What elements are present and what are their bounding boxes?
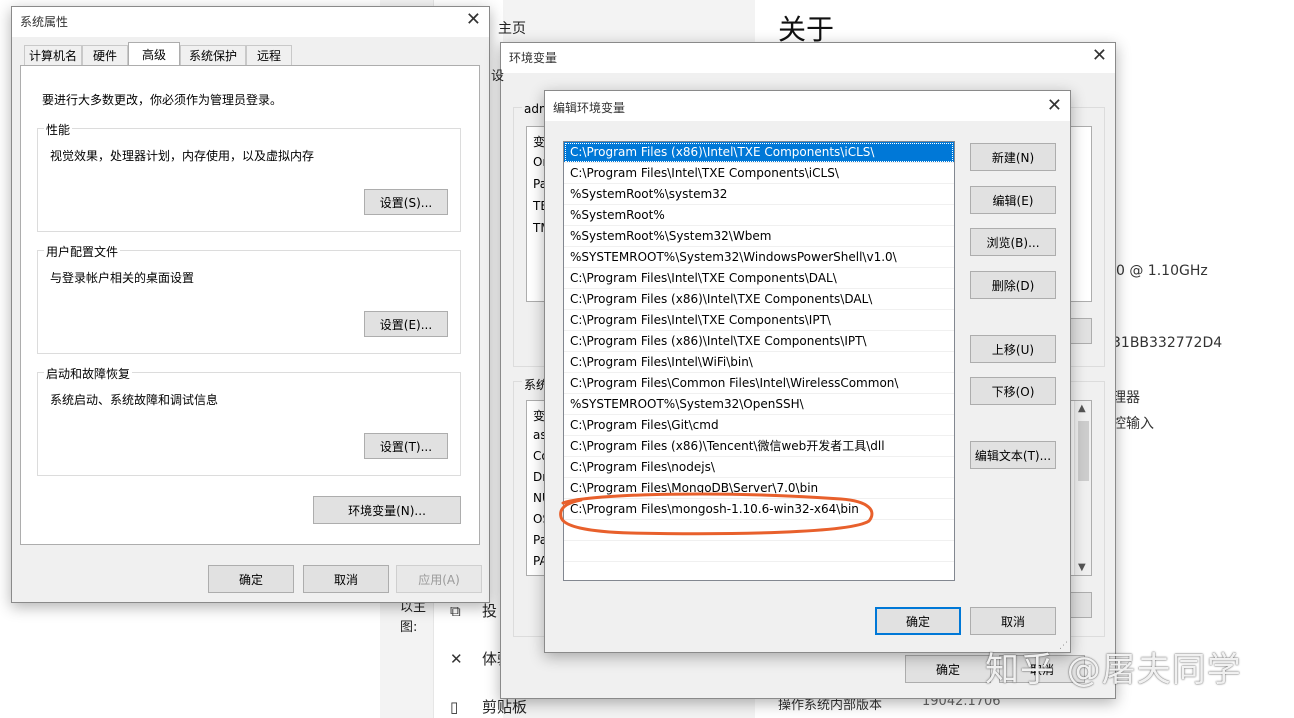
- highlight-annotation: [559, 492, 874, 536]
- system-properties-window: 系统属性 ✕ 计算机名 硬件 高级 系统保护 远程 要进行大多数更改，你必须作为…: [11, 6, 490, 603]
- scrollbar-thumb[interactable]: [1078, 421, 1089, 481]
- close-icon[interactable]: ✕: [1092, 45, 1107, 66]
- performance-group: 性能 视觉效果，处理器计划，内存使用，以及虚拟内存 设置(S)...: [37, 121, 461, 232]
- title-bar: [12, 7, 489, 37]
- user-profiles-group: 用户配置文件 与登录帐户相关的桌面设置 设置(E)...: [37, 243, 461, 354]
- ok-button[interactable]: 确定: [905, 655, 991, 683]
- vertical-scrollbar[interactable]: ▲ ▼: [1074, 401, 1091, 575]
- edit-button[interactable]: 编辑(E): [970, 186, 1056, 214]
- window-title: 系统属性: [20, 15, 69, 29]
- environment-variables-button[interactable]: 环境变量(N)...: [313, 496, 461, 524]
- startup-recovery-label: 启动和故障恢复: [44, 365, 133, 382]
- device-id: 31BB332772D4: [1112, 335, 1223, 351]
- move-down-button[interactable]: 下移(O): [970, 377, 1056, 405]
- path-entry[interactable]: C:\Program Files\Git\cmd: [564, 415, 954, 436]
- ok-button[interactable]: 确定: [208, 565, 294, 593]
- close-icon[interactable]: ✕: [1047, 95, 1062, 116]
- partial-tab: 设: [491, 69, 505, 84]
- partial-nav-text: 主页: [498, 21, 526, 37]
- tab-computer-name[interactable]: 计算机名: [24, 45, 82, 65]
- user-profiles-settings-button[interactable]: 设置(E)...: [364, 311, 448, 337]
- performance-label: 性能: [44, 121, 73, 138]
- cast-icon: ⧉: [450, 602, 461, 620]
- edit-text-button[interactable]: 编辑文本(T)...: [970, 441, 1056, 469]
- path-entry[interactable]: C:\Program Files\Intel\TXE Components\DA…: [564, 268, 954, 289]
- tab-advanced[interactable]: 高级: [128, 42, 180, 66]
- admin-note: 要进行大多数更改，你必须作为管理员登录。: [42, 93, 283, 107]
- nav-item-clipboard[interactable]: ▯ 剪贴板: [450, 696, 527, 717]
- path-entry[interactable]: C:\Program Files (x86)\Intel\TXE Compone…: [564, 289, 954, 310]
- tab-hardware[interactable]: 硬件: [82, 45, 128, 65]
- path-entry[interactable]: C:\Program Files\nodejs\: [564, 457, 954, 478]
- path-entry[interactable]: C:\Program Files\Intel\TXE Components\iC…: [564, 163, 954, 184]
- highlight-ellipse: [559, 492, 874, 536]
- path-entry[interactable]: C:\Program Files (x86)\Tencent\微信web开发者工…: [564, 436, 954, 457]
- system-type: 理器: [1112, 390, 1140, 406]
- user-profiles-label: 用户配置文件: [44, 243, 121, 260]
- performance-desc: 视觉效果，处理器计划，内存使用，以及虚拟内存: [50, 149, 315, 163]
- path-entry[interactable]: C:\Program Files (x86)\Intel\TXE Compone…: [564, 331, 954, 352]
- cancel-button[interactable]: 取消: [303, 565, 389, 593]
- performance-settings-button[interactable]: 设置(S)...: [364, 189, 448, 215]
- path-entry[interactable]: %SystemRoot%: [564, 205, 954, 226]
- path-entry[interactable]: C:\Program Files\Intel\TXE Components\IP…: [564, 310, 954, 331]
- partial-text: 图:: [400, 620, 418, 635]
- clipboard-icon: ▯: [450, 698, 459, 716]
- title-bar: [501, 43, 1115, 73]
- tab-remote[interactable]: 远程: [246, 45, 292, 65]
- cancel-button[interactable]: 取消: [970, 607, 1056, 635]
- startup-recovery-group: 启动和故障恢复 系统启动、系统故障和调试信息 设置(T)...: [37, 365, 461, 476]
- path-entry[interactable]: %SYSTEMROOT%\System32\WindowsPowerShell\…: [564, 247, 954, 268]
- path-entry-empty[interactable]: [564, 541, 954, 562]
- scroll-down-icon[interactable]: ▼: [1078, 562, 1086, 573]
- edit-environment-variable-dialog: 编辑环境变量 ✕ C:\Program Files (x86)\Intel\TX…: [544, 90, 1071, 653]
- browse-button[interactable]: 浏览(B)...: [970, 228, 1056, 256]
- pen-touch: 控输入: [1112, 416, 1154, 432]
- processor-speed: 0 @ 1.10GHz: [1116, 263, 1208, 279]
- close-icon[interactable]: ✕: [466, 9, 481, 30]
- ok-button[interactable]: 确定: [875, 607, 961, 635]
- nav-item-project[interactable]: ⧉ 投: [450, 600, 497, 621]
- user-profiles-desc: 与登录帐户相关的桌面设置: [50, 271, 195, 285]
- path-entry[interactable]: %SYSTEMROOT%\System32\OpenSSH\: [564, 394, 954, 415]
- move-up-button[interactable]: 上移(U): [970, 335, 1056, 363]
- window-title: 环境变量: [509, 51, 558, 65]
- path-entry[interactable]: C:\Program Files\Common Files\Intel\Wire…: [564, 373, 954, 394]
- path-entry[interactable]: C:\Program Files (x86)\Intel\TXE Compone…: [564, 142, 954, 163]
- tab-system-protection[interactable]: 系统保护: [180, 45, 246, 65]
- startup-recovery-desc: 系统启动、系统故障和调试信息: [50, 393, 219, 407]
- path-entry[interactable]: %SystemRoot%\system32: [564, 184, 954, 205]
- delete-button[interactable]: 删除(D): [970, 271, 1056, 299]
- scroll-up-icon[interactable]: ▲: [1078, 403, 1086, 414]
- advanced-tab-panel: 要进行大多数更改，你必须作为管理员登录。 性能 视觉效果，处理器计划，内存使用，…: [20, 65, 480, 545]
- new-button[interactable]: 新建(N): [970, 143, 1056, 171]
- apply-button[interactable]: 应用(A): [396, 565, 482, 593]
- path-entry[interactable]: %SystemRoot%\System32\Wbem: [564, 226, 954, 247]
- share-icon: ✕: [450, 650, 463, 668]
- startup-recovery-settings-button[interactable]: 设置(T)...: [364, 433, 448, 459]
- window-title: 编辑环境变量: [553, 101, 626, 115]
- path-entry[interactable]: C:\Program Files\Intel\WiFi\bin\: [564, 352, 954, 373]
- watermark: 知乎 @屠夫同学: [985, 650, 1242, 690]
